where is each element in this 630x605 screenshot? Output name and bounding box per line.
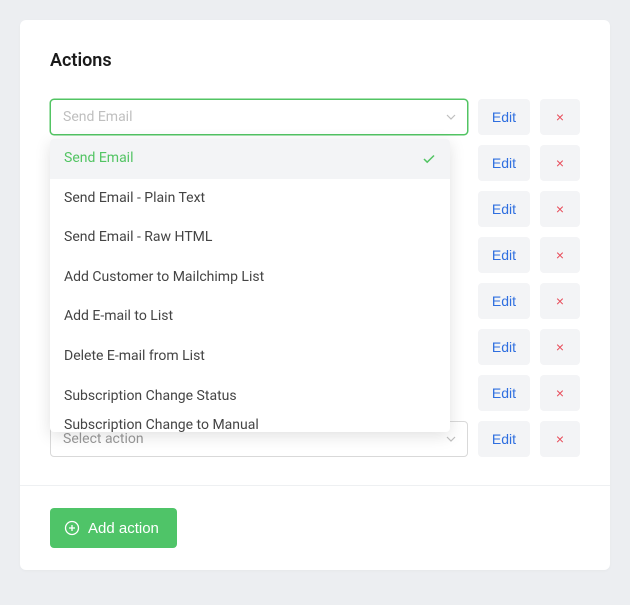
dropdown-option[interactable]: Add Customer to Mailchimp List bbox=[50, 258, 450, 298]
dropdown-option-label: Add Customer to Mailchimp List bbox=[64, 268, 264, 288]
card-title: Actions bbox=[50, 50, 580, 71]
plus-circle-icon bbox=[64, 520, 80, 536]
chevron-down-icon bbox=[445, 111, 457, 123]
dropdown-option[interactable]: Delete E-mail from List bbox=[50, 337, 450, 377]
action-select-open[interactable]: Send Email bbox=[50, 99, 468, 135]
dropdown-option[interactable]: Subscription Change Status bbox=[50, 377, 450, 417]
delete-button[interactable]: × bbox=[540, 283, 580, 319]
edit-button[interactable]: Edit bbox=[478, 375, 530, 411]
edit-button[interactable]: Edit bbox=[478, 99, 530, 135]
actions-card: Actions Send Email Edit × Send Email Sen bbox=[20, 20, 610, 570]
dropdown-option[interactable]: Subscription Change to Manual bbox=[50, 416, 450, 432]
select-value: Send Email bbox=[63, 109, 133, 125]
dropdown-option[interactable]: Send Email bbox=[50, 139, 450, 179]
delete-button[interactable]: × bbox=[540, 145, 580, 181]
edit-button[interactable]: Edit bbox=[478, 237, 530, 273]
delete-button[interactable]: × bbox=[540, 99, 580, 135]
action-rows: Send Email Edit × Send Email Send Email … bbox=[50, 99, 580, 457]
dropdown-option[interactable]: Send Email - Plain Text bbox=[50, 179, 450, 219]
delete-button[interactable]: × bbox=[540, 237, 580, 273]
dropdown-option[interactable]: Add E-mail to List bbox=[50, 297, 450, 337]
checkmark-icon bbox=[422, 152, 436, 166]
action-row: Send Email Edit × bbox=[50, 99, 580, 135]
delete-button[interactable]: × bbox=[540, 329, 580, 365]
dropdown-option-label: Subscription Change Status bbox=[64, 387, 237, 407]
dropdown-option[interactable]: Send Email - Raw HTML bbox=[50, 218, 450, 258]
dropdown-option-label: Send Email - Raw HTML bbox=[64, 228, 212, 248]
dropdown-option-label: Delete E-mail from List bbox=[64, 347, 205, 367]
action-dropdown: Send Email Send Email - Plain Text Send … bbox=[50, 139, 450, 432]
delete-button[interactable]: × bbox=[540, 191, 580, 227]
edit-button[interactable]: Edit bbox=[478, 191, 530, 227]
select-placeholder: Select action bbox=[63, 431, 144, 447]
delete-button[interactable]: × bbox=[540, 375, 580, 411]
edit-button[interactable]: Edit bbox=[478, 145, 530, 181]
dropdown-option-label: Send Email - Plain Text bbox=[64, 189, 205, 209]
dropdown-option-label: Add E-mail to List bbox=[64, 307, 173, 327]
card-footer: Add action bbox=[20, 485, 610, 548]
dropdown-option-label: Send Email bbox=[64, 149, 134, 169]
edit-button[interactable]: Edit bbox=[478, 329, 530, 365]
delete-button[interactable]: × bbox=[540, 421, 580, 457]
dropdown-option-label: Subscription Change to Manual bbox=[64, 416, 259, 432]
edit-button[interactable]: Edit bbox=[478, 421, 530, 457]
add-action-button[interactable]: Add action bbox=[50, 508, 177, 548]
edit-button[interactable]: Edit bbox=[478, 283, 530, 319]
add-action-label: Add action bbox=[88, 520, 159, 537]
chevron-down-icon bbox=[445, 433, 457, 445]
